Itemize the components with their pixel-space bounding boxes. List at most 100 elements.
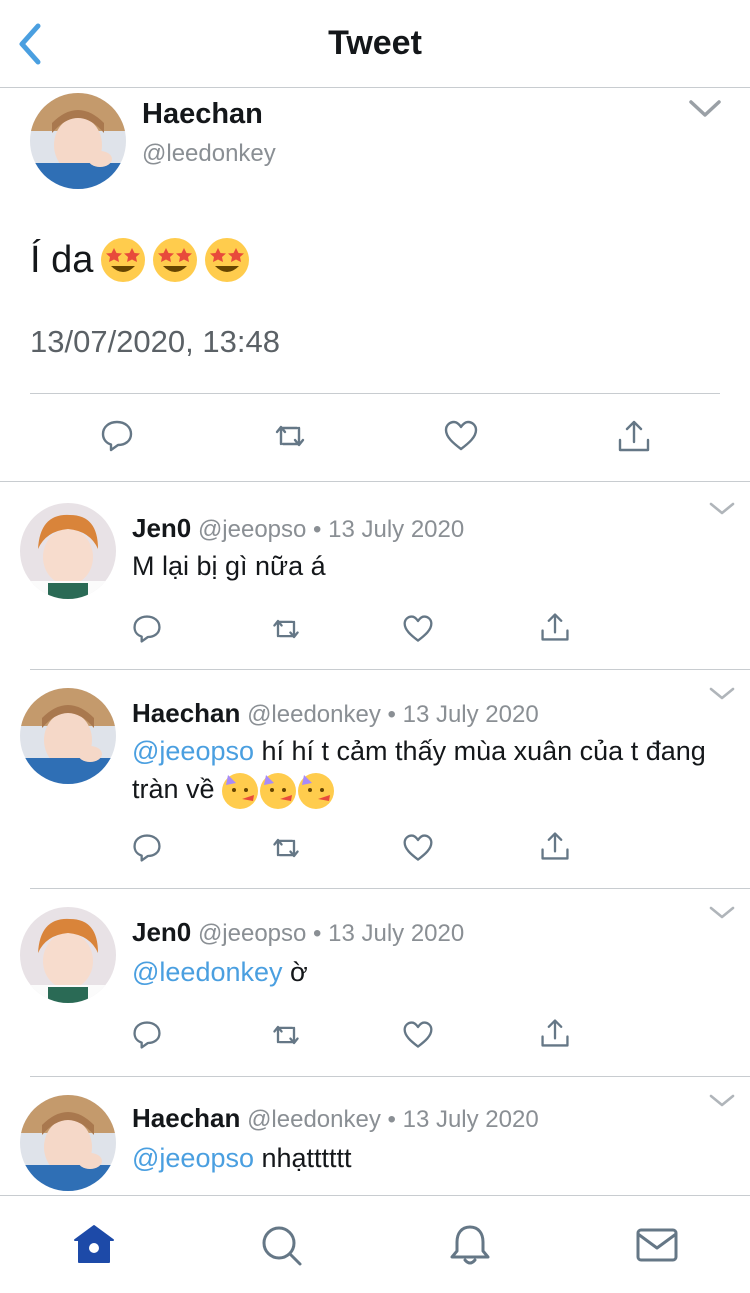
tab-messages[interactable] <box>634 1222 680 1268</box>
reply-button[interactable] <box>131 1019 163 1051</box>
reply-date: 13 July 2020 <box>402 1106 539 1133</box>
reply-header: Haechan @leedonkey • 13 July 2020 <box>132 698 539 729</box>
retweet-icon <box>275 425 305 447</box>
separator: • <box>380 1106 403 1133</box>
author-name[interactable]: Haechan <box>132 698 240 728</box>
like-button[interactable] <box>402 613 434 645</box>
partying-face-emoji-icon <box>222 772 259 809</box>
main-tweet: Haechan @leedonkey Í da 13/07/2020, 13:4… <box>0 88 750 482</box>
retweet-button[interactable] <box>270 613 302 645</box>
retweet-button[interactable] <box>270 1019 302 1051</box>
author-handle[interactable]: @leedonkey <box>247 701 381 728</box>
tab-search[interactable] <box>258 1222 304 1268</box>
retweet-icon <box>273 1025 299 1045</box>
share-button[interactable] <box>616 418 652 454</box>
like-button[interactable] <box>402 832 434 864</box>
share-icon <box>541 832 569 860</box>
reply-text: @jeeopso nhạtttttt <box>132 1139 712 1177</box>
star-struck-emoji-icon <box>205 238 250 282</box>
avatar[interactable] <box>20 907 116 1003</box>
bell-icon <box>450 1225 490 1265</box>
reply-text: @jeeopso hí hí t cảm thấy mùa xuân của t… <box>132 732 712 809</box>
reply-text-content: nhạtttttt <box>254 1143 352 1173</box>
reply-text: M lại bị gì nữa á <box>132 547 712 585</box>
separator: • <box>306 516 329 543</box>
mention-link[interactable]: @leedonkey <box>132 957 283 987</box>
mail-icon <box>636 1228 678 1262</box>
jen0-avatar-image <box>20 907 116 1003</box>
reply-icon <box>101 420 133 452</box>
mention-link[interactable]: @jeeopso <box>132 1143 254 1173</box>
reply-tweet[interactable]: Haechan @leedonkey • 13 July 2020 @jeeop… <box>0 1077 750 1195</box>
mention-link[interactable]: @jeeopso <box>132 736 254 766</box>
reply-button[interactable] <box>99 418 135 454</box>
reply-header: Haechan @leedonkey • 13 July 2020 <box>132 1103 539 1134</box>
avatar[interactable] <box>20 1095 116 1191</box>
chevron-down-icon <box>689 100 721 117</box>
tweet-timestamp: 13/07/2020, 13:48 <box>30 324 280 359</box>
share-icon <box>541 613 569 641</box>
reply-tweet[interactable]: Haechan @leedonkey • 13 July 2020 @jeeop… <box>0 670 750 889</box>
reply-text: @leedonkey ờ <box>132 953 712 991</box>
author-handle[interactable]: @jeeopso <box>198 920 306 947</box>
reply-tweet[interactable]: Jen0 @jeeopso • 13 July 2020 @leedonkey … <box>0 889 750 1077</box>
star-struck-emoji-icon <box>153 238 198 282</box>
author-name[interactable]: Haechan <box>132 1103 240 1133</box>
reply-icon <box>133 615 161 643</box>
reply-header: Jen0 @jeeopso • 13 July 2020 <box>132 513 464 544</box>
retweet-button[interactable] <box>270 832 302 864</box>
share-button[interactable] <box>539 1017 571 1049</box>
avatar[interactable] <box>20 503 116 599</box>
home-icon <box>74 1225 114 1263</box>
author-handle[interactable]: @leedonkey <box>247 1106 381 1133</box>
partying-face-emoji-icon <box>260 772 297 809</box>
reply-date: 13 July 2020 <box>328 920 465 947</box>
reply-date: 13 July 2020 <box>328 516 465 543</box>
tweet-options-button[interactable] <box>708 686 736 702</box>
author-name[interactable]: Jen0 <box>132 917 191 947</box>
tab-notifications[interactable] <box>447 1222 493 1268</box>
avatar[interactable] <box>20 688 116 784</box>
like-button[interactable] <box>402 1019 434 1051</box>
chevron-down-icon <box>709 687 735 700</box>
tab-home[interactable] <box>71 1222 117 1268</box>
tweet-options-button[interactable] <box>708 905 736 921</box>
reply-button[interactable] <box>131 832 163 864</box>
reply-button[interactable] <box>131 613 163 645</box>
separator: • <box>306 920 329 947</box>
chevron-down-icon <box>709 906 735 919</box>
jen0-avatar-image <box>20 503 116 599</box>
tweet-text: Í da <box>30 238 250 282</box>
author-name[interactable]: Jen0 <box>132 513 191 543</box>
share-button[interactable] <box>539 830 571 862</box>
reply-icon <box>133 1021 161 1049</box>
like-button[interactable] <box>443 418 479 454</box>
page-title: Tweet <box>328 24 422 62</box>
bottom-tab-bar <box>0 1195 750 1293</box>
tweet-options-button[interactable] <box>688 98 722 120</box>
author-handle[interactable]: @leedonkey <box>142 140 276 168</box>
retweet-button[interactable] <box>272 418 308 454</box>
top-bar: Tweet <box>0 0 750 88</box>
avatar[interactable] <box>30 93 126 189</box>
author-name[interactable]: Haechan <box>142 98 263 131</box>
share-icon <box>541 1019 569 1047</box>
retweet-icon <box>273 838 299 858</box>
tweet-options-button[interactable] <box>708 1093 736 1109</box>
tweet-options-button[interactable] <box>708 501 736 517</box>
heart-icon <box>403 615 433 642</box>
star-struck-emoji-icon <box>101 238 146 282</box>
tweet-actions <box>0 418 750 458</box>
share-button[interactable] <box>539 611 571 643</box>
reply-tweet[interactable]: Jen0 @jeeopso • 13 July 2020 M lại bị gì… <box>0 483 750 670</box>
reply-header: Jen0 @jeeopso • 13 July 2020 <box>132 917 464 948</box>
share-icon <box>618 420 650 452</box>
haechan-avatar-image <box>30 93 126 189</box>
reply-text-content: M lại bị gì nữa á <box>132 551 326 581</box>
reply-date: 13 July 2020 <box>402 701 539 728</box>
heart-icon <box>444 420 478 451</box>
heart-icon <box>403 834 433 861</box>
haechan-avatar-image <box>20 688 116 784</box>
author-handle[interactable]: @jeeopso <box>198 516 306 543</box>
heart-icon <box>403 1021 433 1048</box>
